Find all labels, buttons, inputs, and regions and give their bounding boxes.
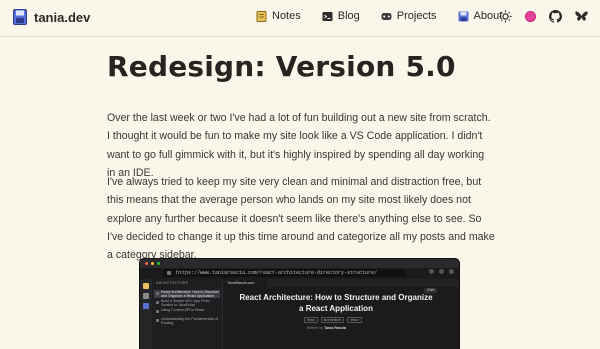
- screenshot-sidebar: ARCHITECTURE React Architecture: How to …: [152, 279, 223, 349]
- brand-name: tania.dev: [34, 9, 91, 25]
- nav-blog[interactable]: Blog: [322, 10, 360, 22]
- nav-blog-label: Blog: [337, 10, 360, 22]
- site-header: tania.dev Notes Blog Projects About: [0, 0, 600, 37]
- nav-notes-label: Notes: [272, 10, 301, 22]
- editor-tab: TaniaRascia.com: [223, 279, 267, 287]
- page-title: Redesign: Version 5.0: [107, 50, 456, 83]
- header-tools: [499, 10, 588, 23]
- browser-url-bar: https://www.taniarascia.com/react-archit…: [162, 269, 406, 277]
- color-theme-dot[interactable]: [525, 11, 536, 22]
- article-paragraph-1: Over the last week or two I've had a lot…: [107, 112, 491, 179]
- sidebar-item: Understanding the Fundamentals of Routin…: [154, 317, 220, 325]
- browser-chrome: [140, 259, 459, 268]
- byline-prefix: Written by: [307, 326, 324, 330]
- nav-notes[interactable]: Notes: [256, 10, 301, 22]
- sidebar-item: Using Context API in React: [154, 308, 220, 316]
- sidebar-item: Build a Simple MVC App From Scratch in J…: [154, 299, 220, 307]
- sidebar-heading: ARCHITECTURE: [156, 282, 189, 286]
- nav-projects[interactable]: Projects: [381, 10, 437, 22]
- article-paragraph-2: I've always tried to keep my site very c…: [107, 176, 495, 262]
- editor-tabs: TaniaRascia.com: [223, 279, 459, 287]
- browser-url: https://www.taniarascia.com/react-archit…: [176, 270, 378, 276]
- notebook-icon: [256, 10, 267, 22]
- lock-icon: [167, 271, 171, 275]
- screenshot-byline: Written by Tania Rascia: [307, 326, 346, 330]
- screenshot-tags: react architecture redux: [304, 317, 362, 323]
- github-icon[interactable]: [549, 10, 562, 23]
- butterfly-icon[interactable]: [575, 10, 588, 23]
- main-nav: Notes Blog Projects About: [256, 10, 502, 22]
- activity-bar: [140, 279, 152, 349]
- tag: redux: [347, 317, 362, 323]
- sidebar-item: React Architecture: How to Structure and…: [154, 290, 220, 298]
- sun-icon[interactable]: [499, 10, 512, 23]
- tag: architecture: [320, 317, 345, 323]
- screenshot-post-title: React Architecture: How to Structure and…: [239, 293, 433, 313]
- floppy-icon: [458, 11, 469, 21]
- byline-author: Tania Rascia: [324, 326, 346, 330]
- nav-about[interactable]: About: [458, 10, 503, 22]
- controller-icon: [381, 12, 392, 20]
- brand-link[interactable]: tania.dev: [13, 9, 90, 25]
- nav-about-label: About: [473, 10, 503, 22]
- tag: react: [304, 317, 318, 323]
- browser-extensions: [429, 269, 454, 274]
- terminal-icon: [322, 11, 333, 21]
- floppy-disk-logo-icon: [13, 9, 27, 25]
- window-controls: [145, 262, 160, 265]
- nav-projects-label: Projects: [396, 10, 437, 22]
